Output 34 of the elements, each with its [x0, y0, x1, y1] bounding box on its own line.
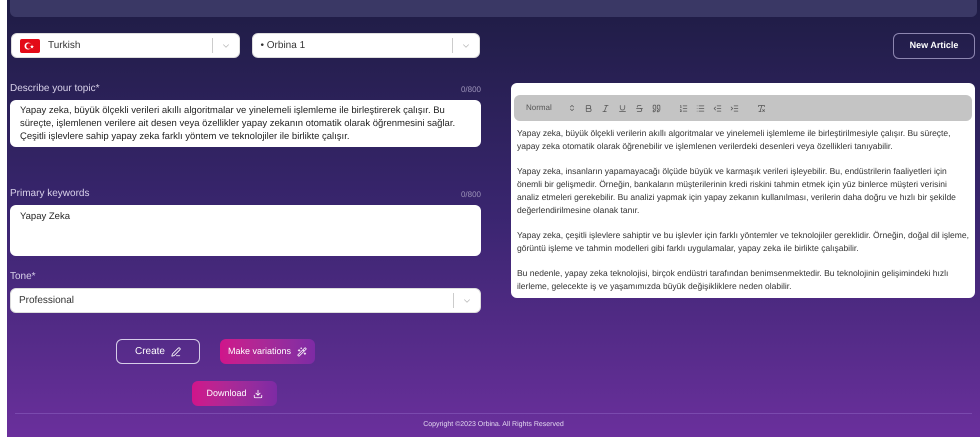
bullet-list-icon[interactable]: [696, 104, 705, 112]
new-article-button[interactable]: New Article: [893, 33, 975, 59]
outdent-icon[interactable]: [712, 104, 722, 112]
model-select[interactable]: • Orbina 1: [252, 33, 480, 58]
up-down-icon[interactable]: [568, 104, 576, 112]
article-paragraph: Bu nedenle, yapay zeka teknolojisi, birçok endüstri tarafından benimsenmektedir. Bu teknolojinin gelişimindeki hızlı ilerleme, gelecekte iş ve yaşamımızda büyük değişikliklere neden olabilir.: [517, 267, 950, 293]
strikethrough-icon[interactable]: [634, 104, 644, 112]
tone-label: Tone*: [10, 270, 36, 284]
article-paragraph: Yapay zeka, büyük ölçekli verilerin akıllı algoritmalar ve yinelemeli işlemleme ile birleştirilmesiyle çalışır. Bu süreçte, yapay zeka otomatik olarak öğrenebilir ve işlemlenen verilerdeki desenleri veya özellikleri tanıyabilir.: [517, 127, 952, 153]
ordered-list-icon[interactable]: [678, 104, 688, 112]
topic-label: Describe your topic*: [10, 82, 100, 96]
flag-icon: [20, 38, 40, 52]
character-counter: 0/800: [460, 189, 481, 201]
create-button[interactable]: Create: [116, 339, 200, 364]
language-select[interactable]: Turkish: [11, 33, 240, 58]
tone-select[interactable]: Professional: [10, 288, 481, 313]
italic-icon[interactable]: [600, 104, 610, 112]
article-paragraph: Yapay zeka, insanların yapamayacağı ölçüde büyük ve karmaşık verileri işleyebilir. Bu, endüstrilerin faaliyetleri için önemli bir gelişmedir. Örneğin, bankaların müşterilerinin kredi riskini tahmin etmek için yüz binlerce müşteri verisini analiz etmeleri gerekebilir. Bu analizi yapmak için yapay zekanın kullanılması, verilerin daha doğru ve hızlı bir şekilde değerlendirilmesine olanak tanır.: [517, 165, 957, 217]
pen-icon: [170, 346, 181, 356]
bold-icon[interactable]: [584, 104, 593, 112]
character-counter: 0/800: [460, 84, 481, 96]
keywords-input-field[interactable]: Yapay Zeka: [10, 205, 481, 256]
article-paragraph: Yapay zeka, çeşitli işlevlere sahiptir ve bu işlevler için farklı yöntemler ve teknolojiler gereklidir. Örneğin, doğal dil işleme, görüntü işleme ve tahmin modelleri gibi farklı uygulamalar, yapay zeka ile birlikte çalışabilir.: [517, 229, 969, 255]
download-icon: [252, 388, 263, 398]
make-variations-button[interactable]: Make variations: [220, 339, 316, 364]
keywords-label: Primary keywords: [10, 187, 90, 201]
topic-input-field[interactable]: Yapay zeka, büyük ölçekli verileri akıllı algoritmalar ve yinelemeli işlemleme ile birleştirerek çalışır. Bu süreçte, işlemlenen verilere ait desen veya özellikler yapay zekanın otomatik olarak öğrenmesini sağlar. Çeşitli işlevlere sahip yapay zeka farklı yöntem ve teknolojiler ile birlikte çalışır.: [10, 100, 481, 147]
quote-icon[interactable]: [652, 104, 661, 112]
clear-format-icon[interactable]: [756, 104, 766, 112]
format-select[interactable]: Normal: [526, 102, 552, 114]
underline-icon[interactable]: [618, 104, 627, 112]
indent-icon[interactable]: [730, 104, 739, 112]
download-button[interactable]: Download: [192, 381, 277, 406]
magic-wand-icon: [297, 346, 308, 356]
